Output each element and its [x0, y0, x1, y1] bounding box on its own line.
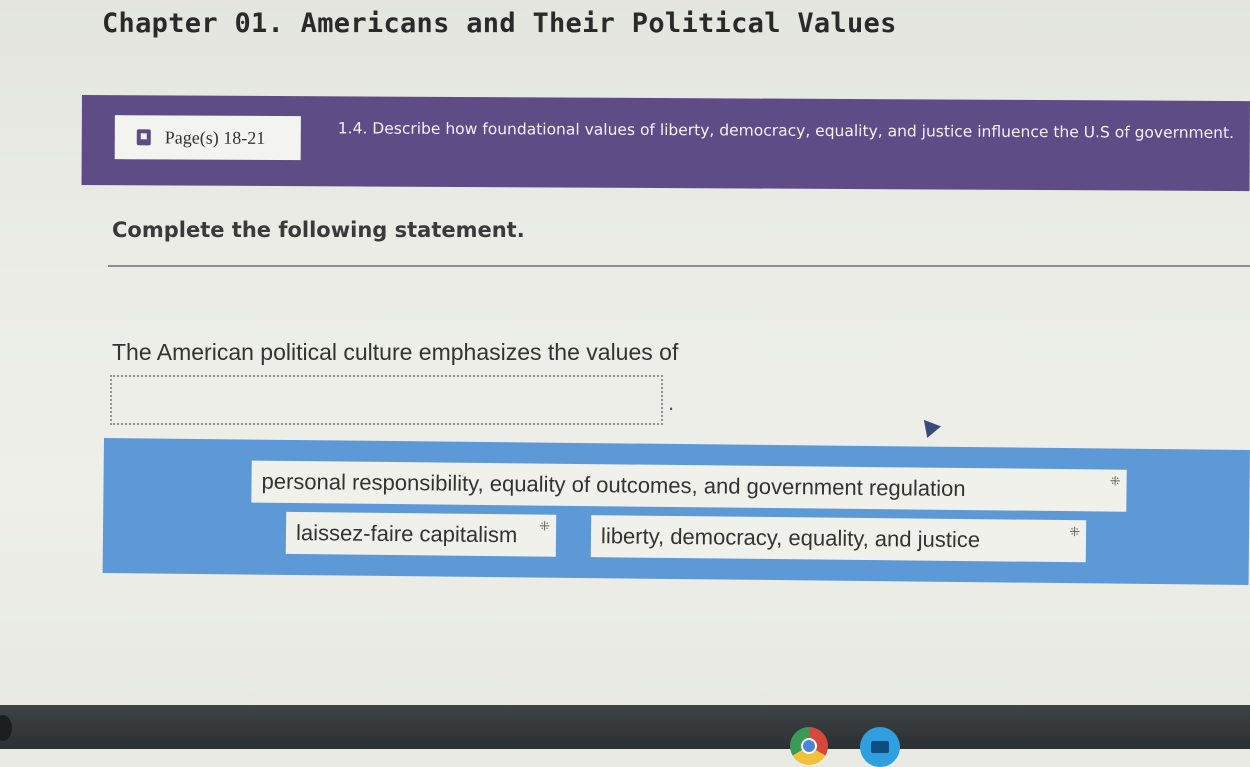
chapter-title: Chapter 01. Americans and Their Politica… [102, 8, 897, 39]
drag-handle-icon: ⁜ [1069, 524, 1081, 540]
section-divider [108, 265, 1250, 267]
answer-choice[interactable]: personal responsibility, equality of out… [251, 460, 1127, 512]
page-reference-label: Page(s) 18-21 [164, 126, 266, 148]
answer-choices-panel: personal responsibility, equality of out… [102, 438, 1250, 585]
answer-choice[interactable]: laissez-faire capitalism ⁜ [285, 511, 557, 557]
files-app-icon[interactable] [860, 727, 900, 767]
book-icon [136, 129, 151, 146]
page-reference-link[interactable]: Page(s) 18-21 [114, 115, 301, 161]
launcher-icon[interactable] [0, 715, 12, 741]
drag-handle-icon: ⁜ [1109, 473, 1121, 489]
question-statement: The American political culture emphasize… [112, 339, 679, 365]
learning-objective-text: 1.4. Describe how foundational values of… [337, 119, 1235, 143]
chrome-browser-icon[interactable] [790, 727, 828, 765]
drag-handle-icon: ⁜ [539, 518, 551, 534]
answer-choice-label: personal responsibility, equality of out… [261, 468, 966, 502]
answer-choice-label: laissez-faire capitalism [295, 520, 518, 548]
statement-period: . [668, 390, 675, 415]
os-taskbar [0, 705, 1250, 767]
answer-drop-zone[interactable] [110, 375, 663, 425]
answer-choice[interactable]: liberty, democracy, equality, and justic… [590, 515, 1087, 563]
answer-choice-label: liberty, democracy, equality, and justic… [600, 523, 981, 553]
question-instruction: Complete the following statement. [112, 218, 525, 242]
learning-objective-banner: Page(s) 18-21 1.4. Describe how foundati… [81, 95, 1250, 192]
